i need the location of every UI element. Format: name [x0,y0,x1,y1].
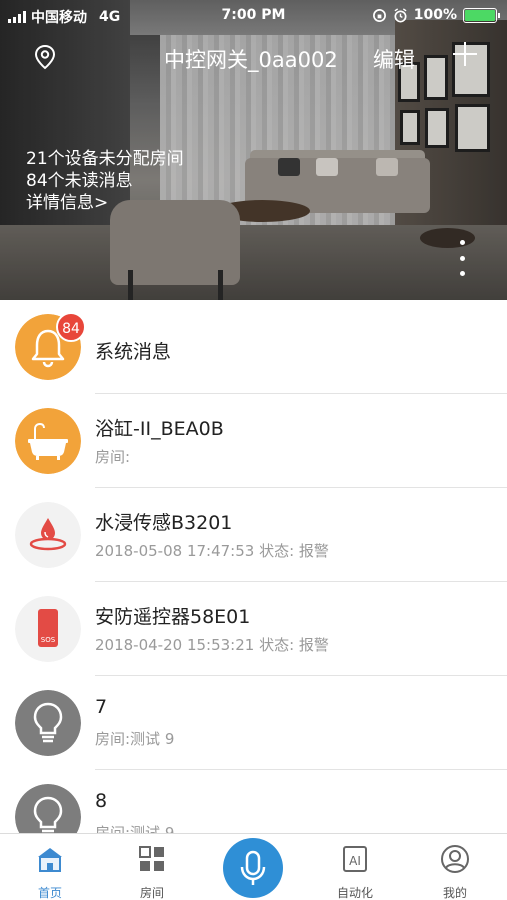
tab-label: 我的 [442,886,467,900]
hero-info: 21个设备未分配房间 84个未读消息 详情信息> [26,148,184,214]
item-name: 系统消息 [95,341,172,363]
microphone-icon [240,850,266,885]
item-subtitle: 房间:测试 9 [95,730,175,748]
list-item-bathtub[interactable]: 浴缸-II_BEA0B 房间: [0,394,507,488]
item-name: 浴缸-II_BEA0B [95,418,224,440]
details-link[interactable]: 详情信息> [26,192,184,214]
lightbulb-icon [15,690,81,756]
unread-messages-text: 84个未读消息 [26,171,133,191]
list-item-light-7[interactable]: 7 房间:测试 9 [0,676,507,770]
item-name: 7 [95,696,108,718]
profile-icon [441,845,469,873]
item-name: 安防遥控器58E01 [95,606,251,628]
tab-rooms[interactable]: 房间 [112,834,192,900]
item-subtitle: 2018-05-08 17:47:53 状态: 报警 [95,542,329,560]
battery-icon [463,7,500,23]
edit-button[interactable]: 编辑 [373,44,415,74]
item-name: 8 [95,790,108,812]
ai-label: AI [349,854,361,868]
status-bar: 中国移动 4G 7:00 PM 100% [0,0,507,30]
sos-remote-icon: SOS [15,596,81,662]
bathtub-icon [15,408,81,474]
item-name: 水浸传感B3201 [95,512,233,534]
list-item-water-sensor[interactable]: 水浸传感B3201 2018-05-08 17:47:53 状态: 报警 [0,488,507,582]
orientation-lock-icon [372,8,386,22]
list-item-sos-remote[interactable]: SOS 安防遥控器58E01 2018-04-20 15:53:21 状态: 报… [0,582,507,676]
battery-percent: 100% [413,7,457,23]
unassigned-devices-text: 21个设备未分配房间 [26,149,184,169]
voice-button[interactable] [223,838,283,898]
add-device-icon[interactable] [452,40,478,66]
tab-home[interactable]: 首页 [10,834,90,900]
unread-badge: 84 [56,312,86,342]
location-icon[interactable] [32,44,58,70]
sos-label: SOS [41,636,56,644]
tab-label: 首页 [37,886,62,900]
rooms-grid-icon [139,846,164,871]
home-icon [38,848,62,872]
tab-profile[interactable]: 我的 [415,834,495,900]
tab-label: 自动化 [336,886,373,900]
more-options-icon[interactable] [455,240,469,276]
gateway-title[interactable]: 中控网关_0aa002 [164,44,338,74]
alarm-icon [394,7,407,22]
ai-automation-icon: AI [343,846,367,872]
tab-automation[interactable]: AI 自动化 [315,834,395,900]
item-subtitle: 房间: [95,448,131,466]
status-right: 100% [372,7,500,23]
item-subtitle: 2018-04-20 15:53:21 状态: 报警 [95,636,329,654]
tab-label: 房间 [139,886,164,900]
water-sensor-icon [15,502,81,568]
